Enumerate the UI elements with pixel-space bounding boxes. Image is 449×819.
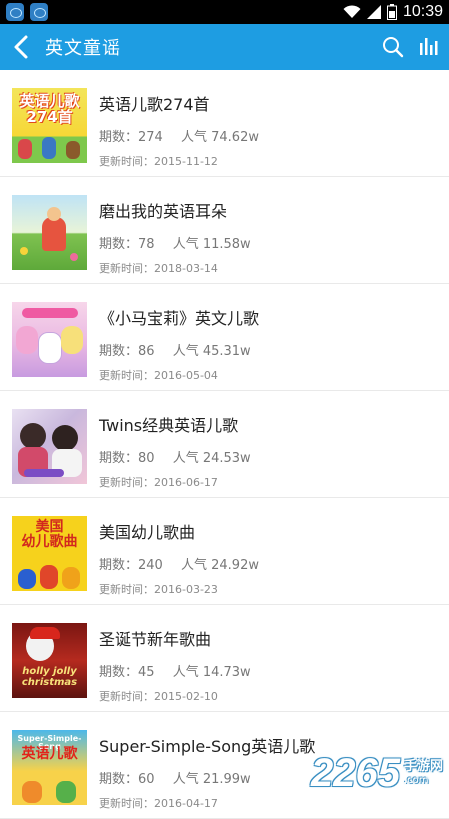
update-date: 更新时间：2016-03-23 xyxy=(99,581,218,597)
app-notification-icon xyxy=(6,3,24,21)
issues-label: 期数： xyxy=(99,772,139,787)
update-value: 2018-03-14 xyxy=(154,262,218,275)
update-label: 更新时间： xyxy=(99,369,154,382)
issues-count: 240 xyxy=(138,558,163,573)
list-item[interactable]: Twins经典英语儿歌 期数：80 人气 24.53w 更新时间：2016-06… xyxy=(0,391,449,498)
battery-icon xyxy=(386,4,397,20)
popularity-value: 11.58w xyxy=(202,237,251,252)
popularity-label: 人气 xyxy=(172,772,203,787)
item-stats: 期数：80 人气 24.53w xyxy=(99,447,251,466)
popularity-value: 14.73w xyxy=(202,665,251,680)
popularity-label: 人气 xyxy=(180,130,212,145)
list-item[interactable]: 英语儿歌 274首 英语儿歌274首 期数：274 人气 74.62w 更新时间：… xyxy=(0,70,449,177)
status-bar: 10:39 xyxy=(0,0,449,24)
notification-area xyxy=(6,3,48,21)
issues-count: 86 xyxy=(138,344,155,359)
app-notification-icon xyxy=(30,3,48,21)
update-value: 2016-03-23 xyxy=(154,583,218,596)
page-title: 英文童谣 xyxy=(45,38,121,59)
popularity-value: 24.92w xyxy=(211,558,259,573)
item-title: 英语儿歌274首 xyxy=(99,95,210,114)
system-indicators: 10:39 xyxy=(343,0,443,24)
list-item[interactable]: 磨出我的英语耳朵 期数：78 人气 11.58w 更新时间：2018-03-14 xyxy=(0,177,449,284)
update-label: 更新时间： xyxy=(99,583,154,596)
back-arrow-icon[interactable] xyxy=(9,32,35,62)
bar-chart-icon[interactable] xyxy=(418,35,440,59)
update-date: 更新时间：2015-11-12 xyxy=(99,153,218,169)
issues-count: 60 xyxy=(138,772,155,787)
issues-label: 期数： xyxy=(99,665,139,680)
update-date: 更新时间：2016-05-04 xyxy=(99,367,218,383)
item-title: Super-Simple-Song英语儿歌 xyxy=(99,737,316,756)
popularity-label: 人气 xyxy=(172,451,203,466)
update-value: 2016-05-04 xyxy=(154,369,218,382)
popularity-value: 74.62w xyxy=(211,130,259,145)
song-collection-list: 英语儿歌 274首 英语儿歌274首 期数：274 人气 74.62w 更新时间：… xyxy=(0,70,449,819)
issues-count: 274 xyxy=(138,130,163,145)
cover-image: 英语儿歌 274首 xyxy=(12,88,87,163)
update-label: 更新时间： xyxy=(99,262,154,275)
item-stats: 期数：274 人气 74.62w xyxy=(99,126,259,145)
issues-count: 45 xyxy=(138,665,155,680)
signal-icon xyxy=(366,5,381,19)
popularity-label: 人气 xyxy=(172,344,203,359)
issues-label: 期数： xyxy=(99,130,139,145)
cover-image xyxy=(12,302,87,377)
item-title: 《小马宝莉》英文儿歌 xyxy=(99,309,260,328)
popularity-label: 人气 xyxy=(172,665,203,680)
item-stats: 期数：86 人气 45.31w xyxy=(99,340,251,359)
issues-label: 期数： xyxy=(99,237,139,252)
list-item[interactable]: Super-Simple-Song 英语儿歌 Super-Simple-Song… xyxy=(0,712,449,819)
item-stats: 期数：240 人气 24.92w xyxy=(99,554,259,573)
list-item[interactable]: holly jolly christmas 圣诞节新年歌曲 期数：45 人气 14… xyxy=(0,605,449,712)
popularity-label: 人气 xyxy=(180,558,212,573)
update-value: 2015-11-12 xyxy=(154,155,218,168)
update-value: 2016-04-17 xyxy=(154,797,218,810)
popularity-value: 24.53w xyxy=(202,451,251,466)
issues-label: 期数： xyxy=(99,451,139,466)
update-value: 2015-02-10 xyxy=(154,690,218,703)
issues-label: 期数： xyxy=(99,558,139,573)
wifi-icon xyxy=(343,5,361,18)
search-icon[interactable] xyxy=(381,35,405,59)
update-label: 更新时间： xyxy=(99,797,154,810)
status-time: 10:39 xyxy=(402,3,443,20)
update-label: 更新时间： xyxy=(99,476,154,489)
item-stats: 期数：78 人气 11.58w xyxy=(99,233,251,252)
item-stats: 期数：60 人气 21.99w xyxy=(99,768,251,787)
title-bar: 英文童谣 xyxy=(0,24,449,70)
cover-image xyxy=(12,409,87,484)
cover-image: holly jolly christmas xyxy=(12,623,87,698)
item-title: 圣诞节新年歌曲 xyxy=(99,630,212,649)
cover-image: 美国 幼儿歌曲 xyxy=(12,516,87,591)
popularity-value: 45.31w xyxy=(202,344,251,359)
update-value: 2016-06-17 xyxy=(154,476,218,489)
cover-image xyxy=(12,195,87,270)
update-label: 更新时间： xyxy=(99,155,154,168)
issues-count: 78 xyxy=(138,237,155,252)
item-title: 磨出我的英语耳朵 xyxy=(99,202,228,221)
update-date: 更新时间：2016-04-17 xyxy=(99,795,218,811)
update-date: 更新时间：2018-03-14 xyxy=(99,260,218,276)
cover-image: Super-Simple-Song 英语儿歌 xyxy=(12,730,87,805)
issues-count: 80 xyxy=(138,451,155,466)
item-title: Twins经典英语儿歌 xyxy=(99,416,239,435)
issues-label: 期数： xyxy=(99,344,139,359)
popularity-label: 人气 xyxy=(172,237,203,252)
list-item[interactable]: 《小马宝莉》英文儿歌 期数：86 人气 45.31w 更新时间：2016-05-… xyxy=(0,284,449,391)
update-date: 更新时间：2016-06-17 xyxy=(99,474,218,490)
list-item[interactable]: 美国 幼儿歌曲 美国幼儿歌曲 期数：240 人气 24.92w 更新时间：2016… xyxy=(0,498,449,605)
update-date: 更新时间：2015-02-10 xyxy=(99,688,218,704)
update-label: 更新时间： xyxy=(99,690,154,703)
item-title: 美国幼儿歌曲 xyxy=(99,523,196,542)
item-stats: 期数：45 人气 14.73w xyxy=(99,661,251,680)
popularity-value: 21.99w xyxy=(202,772,251,787)
